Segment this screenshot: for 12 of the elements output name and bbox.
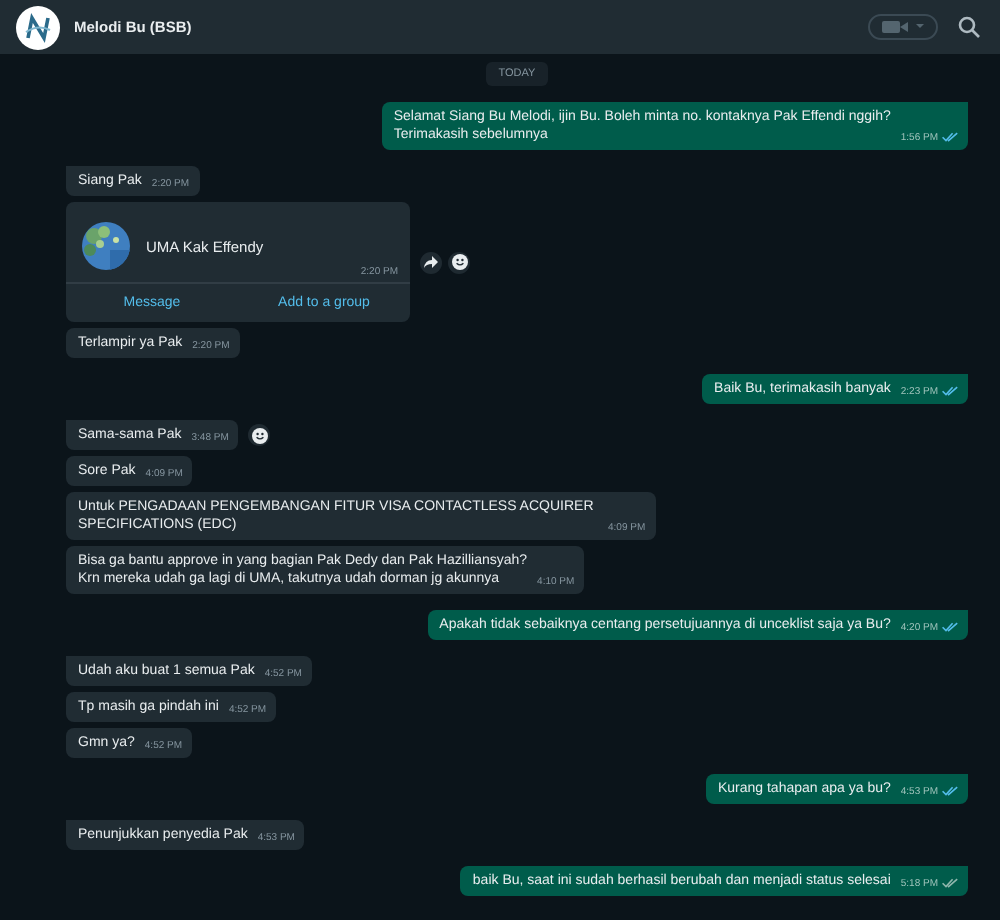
search-icon: [958, 16, 980, 38]
smiley-icon: [451, 254, 467, 270]
caret-icon: [916, 24, 924, 30]
video-call-button[interactable]: [868, 14, 938, 40]
arrow-icon: [424, 256, 438, 268]
search-button[interactable]: [958, 16, 980, 38]
smiley-icon: [251, 427, 268, 443]
avatar-logo-icon: [16, 5, 60, 49]
react-button[interactable]: [448, 251, 470, 273]
video-camera-icon: [882, 20, 910, 34]
forward-button[interactable]: [420, 251, 442, 273]
react-button[interactable]: [248, 424, 271, 446]
